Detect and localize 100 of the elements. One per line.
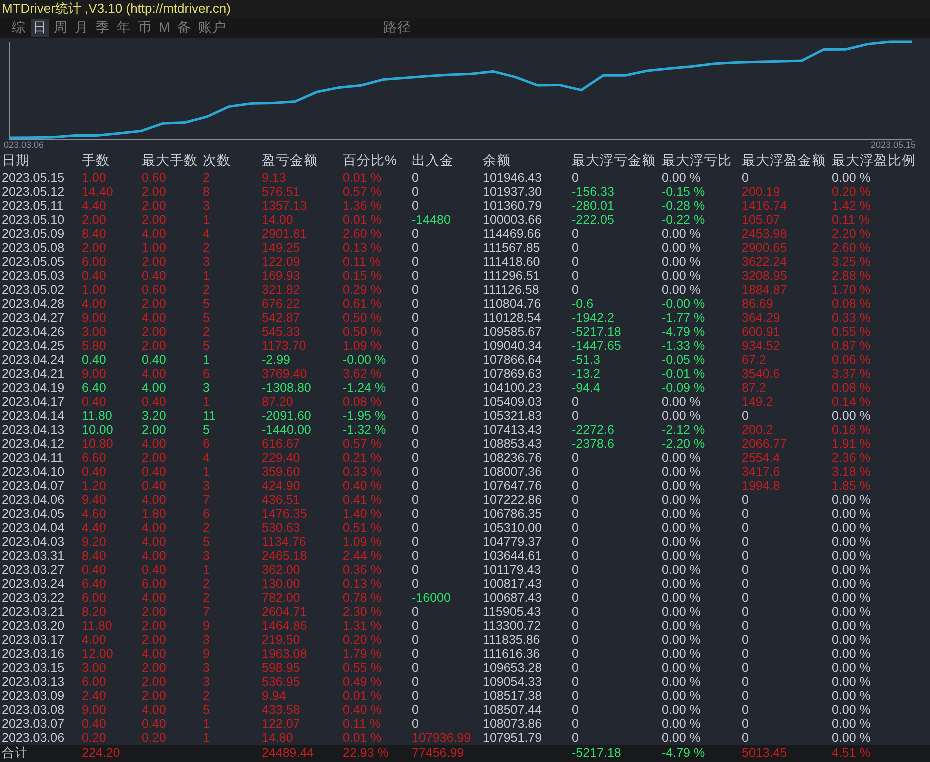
table-cell-text: 0 [412,605,420,619]
table-cell-text: 3 [203,549,211,563]
table-cell-text: 0.00 % [832,171,872,185]
tab[interactable]: 年 [115,19,133,37]
table-cell-text: 115905.43 [483,605,542,619]
table-cell-text: 0.00 % [662,605,702,619]
tab[interactable]: 币 [136,19,154,37]
table-cell-text: 4.00 [82,297,108,311]
table-cell-text: 0 [572,563,580,577]
table-cell-text: 2.44 % [343,549,383,563]
table-cell-text: 169.93 [262,269,302,283]
table-cell-text: 0 [742,507,750,521]
table-cell-text: 0 [412,675,420,689]
table-cell-text: 0 [742,717,750,731]
table-cell-text: 0 [412,493,420,507]
table-cell-text: 0.00 % [662,241,702,255]
table-cell-text: 0.00 % [832,591,872,605]
table-cell-text: 0.00 % [662,409,702,423]
table-cell-text: 103644.61 [483,549,544,563]
column-header: 百分比% [343,152,398,170]
table-cell-text: 2023.05.03 [2,269,66,283]
table-cell-text: 1.70 % [832,283,872,297]
table-cell-text: 11 [203,409,217,423]
table-cell-text: 0.00 % [662,647,702,661]
table-cell-text: 1.85 % [832,479,872,493]
table-cell-text: 0.00 % [662,535,702,549]
table-cell-text: 2.00 [142,423,168,437]
tab[interactable]: 备 [175,19,194,37]
table-cell-text: 424.90 [262,479,302,493]
table-cell-text: 2 [203,577,211,591]
table-cell-text: 436.51 [262,493,302,507]
tab[interactable]: 月 [73,19,91,37]
table-cell-text: 114469.66 [483,227,542,241]
table-cell-text: 4.00 [82,633,108,647]
table-cell-text: 10.00 [82,423,114,437]
tab[interactable]: 周 [52,19,70,37]
table-cell-text: 2023.05.12 [2,185,66,199]
table-cell-text: 0 [572,703,580,717]
table-cell-text: 3417.6 [742,465,782,479]
table-cell-text: 107936.99 [412,731,472,745]
table-cell-text: -2.20 % [662,437,706,451]
table-cell-text: 2023.04.21 [2,367,66,381]
tab[interactable]: 账户 [196,19,228,37]
table-cell-text: 0 [742,535,750,549]
table-cell-text: 0 [572,577,580,591]
table-cell-text: 2023.03.09 [2,689,66,703]
table-cell-text: 2 [203,325,211,339]
table-cell-text: -51.3 [572,353,602,367]
column-header: 手数 [82,152,111,170]
tab[interactable]: 日 [31,19,49,37]
table-cell-text: 2023.05.09 [2,227,66,241]
table-cell-text: 101179.43 [483,563,542,577]
table-cell-text: 0 [572,647,580,661]
table-cell-text: 0 [742,549,750,563]
tab[interactable]: 季 [94,19,112,37]
table-cell-text: 2023.04.24 [2,353,66,367]
table-cell-text: 0.00 % [662,675,702,689]
table-cell-text: 321.82 [262,283,302,297]
table-cell-text: 108073.86 [483,717,544,731]
table-cell-text: 0.08 % [343,395,383,409]
table-cell-text: 0.40 [142,465,168,479]
table-cell-text: 6.60 [82,451,108,465]
table-cell-text: 0 [572,451,580,465]
tab[interactable]: 综 [10,19,28,37]
table-cell-text: 2.00 [142,325,168,339]
table-cell-text: 0.40 % [343,479,383,493]
table-cell-text: 108236.76 [483,451,544,465]
table-cell-text: 0 [572,395,580,409]
table-cell-text: 107222.86 [483,493,544,507]
table-cell-text: 100817.43 [483,577,544,591]
table-cell-text: 2023.03.17 [2,633,66,647]
tab[interactable]: 路径 [381,19,414,37]
table-cell-text: 0 [412,451,420,465]
table-cell-text: 0.36 % [343,563,383,577]
table-cell-text: 0 [412,465,420,479]
table-cell-text: 9.94 [262,689,288,703]
table-cell-text: 2901.81 [262,227,308,241]
table-cell-text: 0.00 % [662,171,702,185]
table-cell-text: 0.00 % [662,619,702,633]
table-cell-text: 109653.28 [483,661,544,675]
table-cell-text: 2023.03.22 [2,591,66,605]
table-cell-text: 0.40 [82,353,108,367]
table-cell-text: 6.00 [82,255,108,269]
table-cell-text: 87.20 [262,395,294,409]
table-cell-text: 2.00 [142,297,168,311]
table-cell-text: 0 [742,591,750,605]
table-cell-text: 4.40 [82,521,108,535]
table-cell-text: 2023.04.27 [2,311,66,325]
table-cell-text: 2.00 [142,213,168,227]
table-cell-text: 5 [203,297,211,311]
table-cell-text: 0.00 % [832,521,872,535]
tab[interactable]: M [157,19,172,37]
table-cell-text: 0.15 % [343,269,383,283]
table-cell-text: 9 [203,619,211,633]
table-cell-text: 2.00 [142,185,168,199]
table-cell-text: 109585.67 [483,325,544,339]
table-cell-text: 2.60 % [832,241,872,255]
table-cell-text: 11.80 [82,409,114,423]
table-cell-text: 0 [572,717,580,731]
table-cell-text: 0.33 % [832,311,872,325]
